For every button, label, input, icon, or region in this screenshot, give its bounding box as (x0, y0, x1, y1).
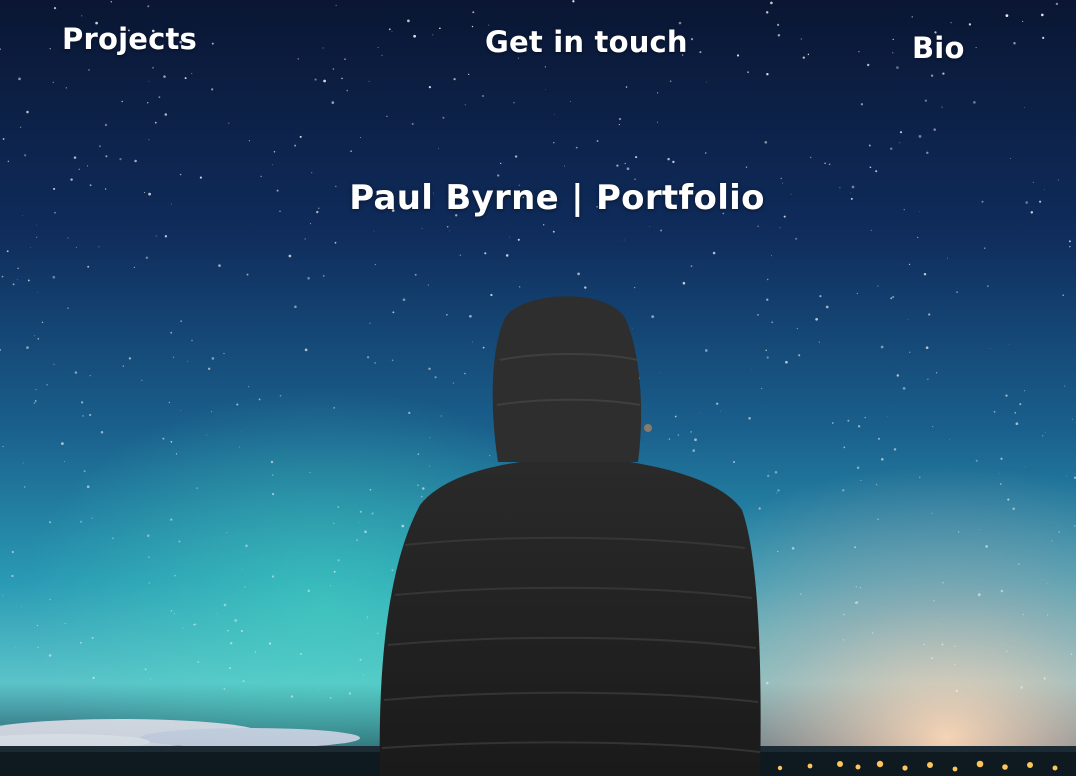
nav-link-projects[interactable]: Projects (62, 22, 197, 56)
portfolio-page: Projects Get in touch Bio Paul Byrne | P… (0, 0, 1076, 776)
page-title: Paul Byrne | Portfolio (349, 178, 765, 218)
nav-link-bio[interactable]: Bio (912, 31, 965, 65)
nav-link-get-in-touch[interactable]: Get in touch (485, 25, 688, 59)
hero-background-image (0, 0, 1076, 776)
